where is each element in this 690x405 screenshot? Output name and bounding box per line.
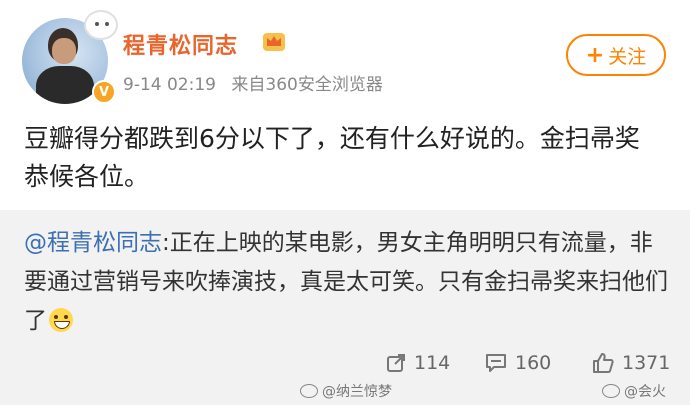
avatar-decoration-icon	[84, 10, 118, 40]
watermark-text: @会火	[624, 384, 666, 400]
avatar[interactable]: V	[22, 10, 118, 104]
username[interactable]: 程青松同志	[123, 28, 238, 60]
watermark-text: @纳兰惊梦	[322, 384, 392, 400]
comment-button[interactable]: 160	[485, 348, 551, 378]
like-button[interactable]: 1371	[592, 348, 670, 378]
comment-count: 160	[515, 352, 552, 374]
like-icon	[593, 353, 614, 373]
weibo-post: V 程青松同志 9-14 02:19 来自360安全浏览器 + 关注 豆瓣得分都…	[0, 0, 690, 210]
follow-button[interactable]: + 关注	[566, 34, 666, 76]
post-meta: 9-14 02:19 来自360安全浏览器	[123, 70, 393, 95]
post-source: 来自360安全浏览器	[231, 75, 383, 95]
post-content: 豆瓣得分都跌到6分以下了，还有什么好说的。金扫帚奖恭候各位。	[24, 124, 640, 191]
post-time[interactable]: 9-14 02:19	[123, 75, 216, 95]
share-count: 114	[414, 352, 451, 374]
repost-text: @程青松同志:正在上映的某电影，男女主角明明只有流量，非要通过营销号来吹捧演技，…	[24, 224, 669, 341]
verified-badge-icon: V	[92, 80, 116, 104]
watermark: @会火	[602, 381, 666, 401]
share-icon	[387, 354, 405, 372]
grin-emoji-icon	[49, 308, 73, 332]
crown-icon	[263, 33, 285, 51]
plus-icon: +	[585, 42, 605, 68]
weibo-watermark-icon	[602, 384, 620, 398]
follow-label: 关注	[608, 45, 647, 68]
weibo-watermark-icon	[300, 384, 318, 398]
watermark: @纳兰惊梦	[300, 381, 392, 401]
share-button[interactable]: 114	[386, 348, 450, 378]
reposted-post[interactable]: @程青松同志:正在上映的某电影，男女主角明明只有流量，非要通过营销号来吹捧演技，…	[0, 210, 690, 405]
mention-link[interactable]: @程青松同志	[24, 230, 162, 256]
like-count: 1371	[622, 352, 671, 374]
comment-icon	[486, 354, 506, 372]
